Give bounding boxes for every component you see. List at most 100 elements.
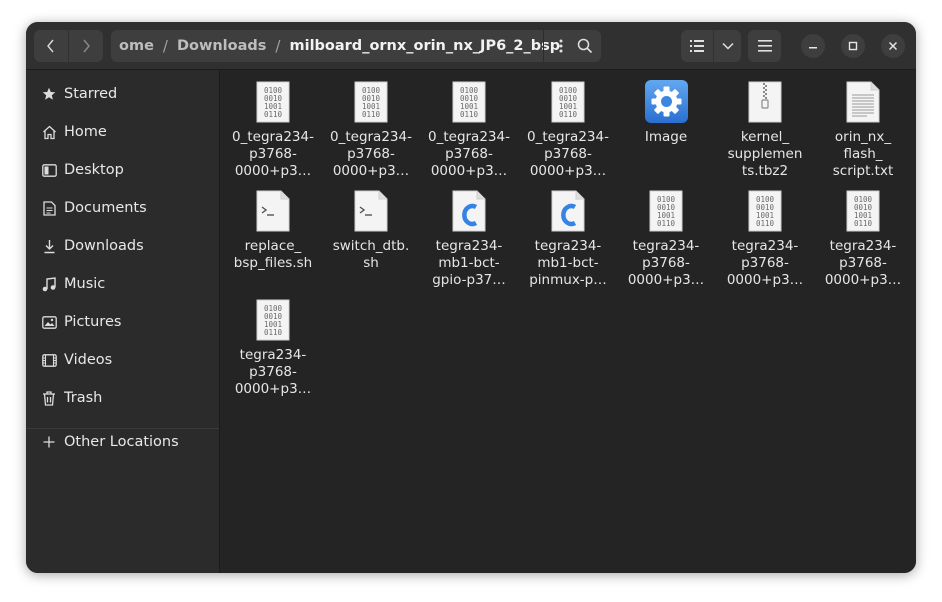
sidebar-item-music[interactable]: Music (26, 265, 219, 303)
file-name: tegra234- p3768- 0000+p3… (726, 238, 804, 288)
crumb-separator: / (275, 37, 281, 55)
file-name: tegra234- p3768- 0000+p3… (824, 238, 902, 288)
minimize-icon (809, 47, 817, 49)
sidebar: Starred Home Desktop Documents Downloads (26, 70, 220, 573)
path-bar: ome / Downloads / milboard_ornx_orin_nx_… (111, 30, 577, 62)
header-bar: ome / Downloads / milboard_ornx_orin_nx_… (26, 22, 916, 70)
file-item[interactable]: replace_ bsp_files.sh (224, 183, 322, 293)
view-options-button[interactable] (714, 30, 741, 62)
sidebar-item-other-locations[interactable]: Other Locations (26, 423, 219, 461)
file-item[interactable]: tegra234- p3768- 0000+p3… (617, 183, 715, 293)
file-item[interactable]: 0_tegra234- p3768- 0000+p3… (420, 74, 518, 184)
file-item[interactable]: 0_tegra234- p3768- 0000+p3… (322, 74, 420, 184)
pictures-icon (40, 313, 58, 331)
binary-file-icon (452, 81, 486, 123)
file-name: 0_tegra234- p3768- 0000+p3… (330, 129, 412, 179)
maximize-icon (848, 41, 858, 51)
file-name: tegra234- p3768- 0000+p3… (627, 238, 705, 288)
file-name: 0_tegra234- p3768- 0000+p3… (527, 129, 609, 179)
file-name: tegra234- p3768- 0000+p3… (234, 347, 312, 397)
file-item[interactable]: tegra234- mb1-bct- gpio-p37… (420, 183, 518, 293)
sidebar-item-label: Desktop (64, 162, 124, 178)
file-item[interactable]: Image (617, 74, 715, 184)
sidebar-item-downloads[interactable]: Downloads (26, 227, 219, 265)
archive-file-icon (748, 81, 782, 123)
file-name: kernel_ supplemen ts.tbz2 (727, 129, 803, 179)
file-item[interactable]: tegra234- p3768- 0000+p3… (814, 183, 912, 293)
sidebar-item-label: Other Locations (64, 434, 179, 450)
text-file-icon (846, 81, 880, 123)
sidebar-item-label: Trash (64, 390, 103, 406)
chevron-right-icon (83, 39, 90, 53)
desktop-icon (40, 161, 58, 179)
home-icon (40, 123, 58, 141)
plus-icon (40, 433, 58, 451)
documents-icon (40, 199, 58, 217)
main-menu-button[interactable] (748, 30, 781, 62)
sidebar-item-label: Music (64, 276, 106, 292)
file-item[interactable]: tegra234- p3768- 0000+p3… (224, 292, 322, 402)
file-name: 0_tegra234- p3768- 0000+p3… (232, 129, 314, 179)
music-icon (40, 275, 58, 293)
file-grid: 0_tegra234- p3768- 0000+p3… 0_tegra234- … (220, 70, 916, 573)
binary-file-icon (256, 299, 290, 341)
script-file-icon (256, 190, 290, 232)
executable-gear-icon (645, 80, 688, 123)
file-name: 0_tegra234- p3768- 0000+p3… (428, 129, 510, 179)
back-button[interactable] (34, 30, 68, 62)
c-source-file-icon (550, 189, 586, 233)
sidebar-item-label: Videos (64, 352, 113, 368)
sidebar-item-documents[interactable]: Documents (26, 189, 219, 227)
file-name: tegra234- mb1-bct- gpio-p37… (432, 238, 506, 288)
trash-icon (40, 389, 58, 407)
vertical-dots-icon (559, 39, 562, 53)
sidebar-item-label: Home (64, 124, 107, 140)
file-name: orin_nx_ flash_ script.txt (832, 129, 894, 179)
search-icon (577, 38, 592, 54)
file-item[interactable]: tegra234- mb1-bct- pinmux-p… (519, 183, 617, 293)
forward-button[interactable] (69, 30, 103, 62)
file-manager-window: ome / Downloads / milboard_ornx_orin_nx_… (26, 22, 916, 573)
downloads-icon (40, 237, 58, 255)
sidebar-item-videos[interactable]: Videos (26, 341, 219, 379)
sidebar-item-label: Downloads (64, 238, 144, 254)
close-icon (888, 41, 898, 51)
sidebar-item-label: Pictures (64, 314, 122, 330)
minimize-button[interactable] (801, 34, 825, 58)
file-name: replace_ bsp_files.sh (233, 238, 313, 271)
binary-file-icon (354, 81, 388, 123)
hamburger-icon (757, 40, 772, 52)
maximize-button[interactable] (841, 34, 865, 58)
sidebar-item-desktop[interactable]: Desktop (26, 151, 219, 189)
file-item[interactable]: switch_dtb. sh (322, 183, 420, 293)
chevron-down-icon (721, 42, 734, 50)
star-icon (40, 85, 58, 103)
c-source-file-icon (451, 189, 487, 233)
binary-file-icon (551, 81, 585, 123)
sidebar-item-home[interactable]: Home (26, 113, 219, 151)
file-item[interactable]: kernel_ supplemen ts.tbz2 (716, 74, 814, 184)
file-name: tegra234- mb1-bct- pinmux-p… (529, 238, 607, 288)
list-view-button[interactable] (681, 30, 713, 62)
sidebar-item-label: Starred (64, 86, 118, 102)
crumb-downloads[interactable]: Downloads (177, 38, 266, 54)
file-item[interactable]: orin_nx_ flash_ script.txt (814, 74, 912, 184)
close-button[interactable] (881, 34, 905, 58)
videos-icon (40, 351, 58, 369)
script-file-icon (354, 190, 388, 232)
sidebar-item-label: Documents (64, 200, 147, 216)
file-item[interactable]: 0_tegra234- p3768- 0000+p3… (224, 74, 322, 184)
crumb-home[interactable]: ome (119, 38, 154, 54)
crumb-current-folder[interactable]: milboard_ornx_orin_nx_JP6_2_bsp (289, 38, 560, 54)
file-item[interactable]: tegra234- p3768- 0000+p3… (716, 183, 814, 293)
crumb-separator: / (162, 37, 168, 55)
sidebar-item-pictures[interactable]: Pictures (26, 303, 219, 341)
list-view-icon (690, 40, 704, 52)
sidebar-item-starred[interactable]: Starred (26, 75, 219, 113)
file-item[interactable]: 0_tegra234- p3768- 0000+p3… (519, 74, 617, 184)
search-button[interactable] (568, 30, 601, 62)
file-name: switch_dtb. sh (332, 238, 410, 271)
chevron-left-icon (47, 39, 54, 53)
sidebar-item-trash[interactable]: Trash (26, 379, 219, 417)
binary-file-icon (256, 81, 290, 123)
